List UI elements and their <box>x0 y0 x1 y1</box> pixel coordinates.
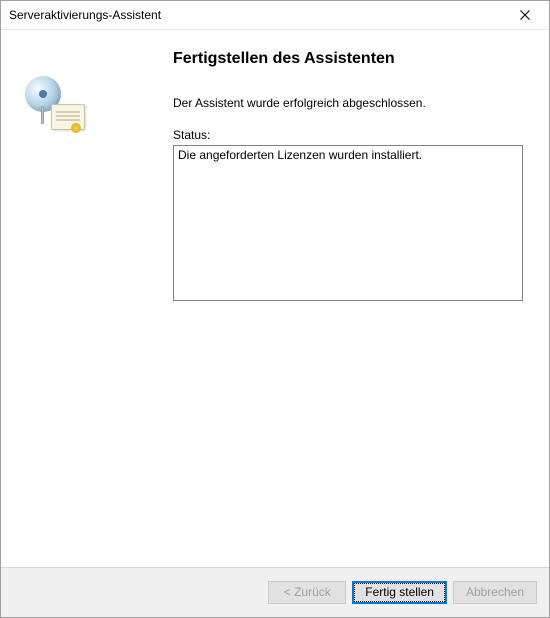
wizard-main-pane: Fertigstellen des Assistenten Der Assist… <box>173 30 549 567</box>
status-text: Die angeforderten Lizenzen wurden instal… <box>178 148 422 162</box>
content-area: Fertigstellen des Assistenten Der Assist… <box>1 30 549 567</box>
wizard-graphic-icon <box>25 76 89 140</box>
close-icon <box>520 10 530 20</box>
button-bar: < Zurück Fertig stellen Abbrechen <box>1 568 549 617</box>
status-textbox[interactable]: Die angeforderten Lizenzen wurden instal… <box>173 145 523 301</box>
titlebar-buttons <box>503 1 547 29</box>
completion-message: Der Assistent wurde erfolgreich abgeschl… <box>173 96 523 110</box>
wizard-sidebar <box>1 30 173 567</box>
finish-button[interactable]: Fertig stellen <box>352 581 447 604</box>
status-label: Status: <box>173 128 523 142</box>
back-button: < Zurück <box>268 581 346 604</box>
window-title: Serveraktivierungs-Assistent <box>9 8 161 22</box>
close-button[interactable] <box>503 1 547 29</box>
cancel-button: Abbrechen <box>453 581 537 604</box>
titlebar: Serveraktivierungs-Assistent <box>1 1 549 30</box>
page-title: Fertigstellen des Assistenten <box>173 50 523 68</box>
